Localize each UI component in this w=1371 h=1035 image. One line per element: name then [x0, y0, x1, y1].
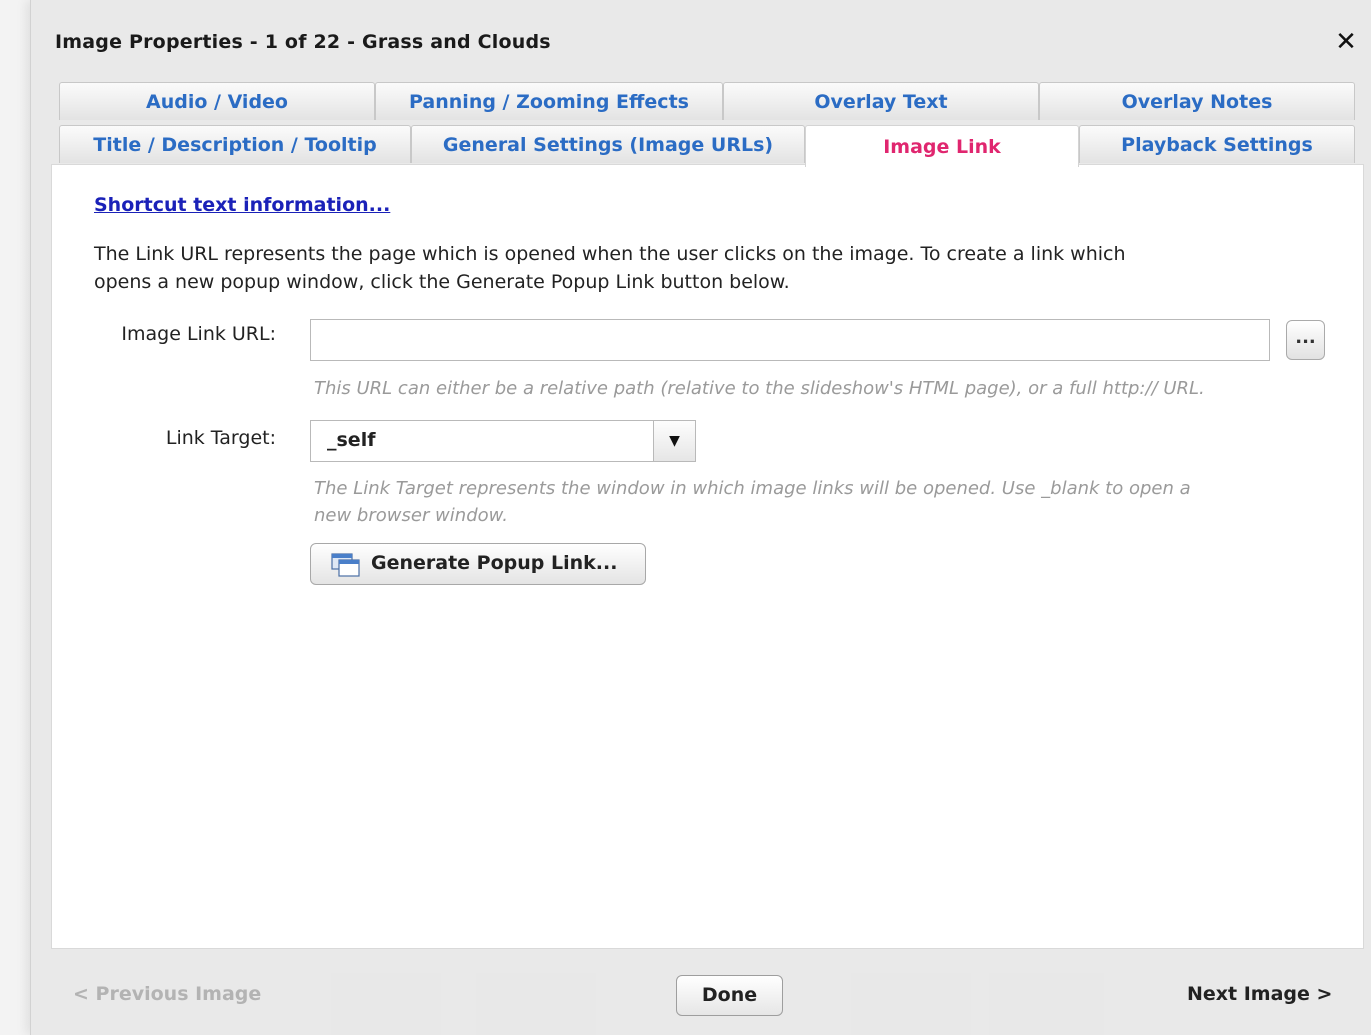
browse-button[interactable]: ... [1286, 320, 1325, 360]
link-target-value: _self [327, 429, 376, 451]
background-thumbnail [989, 973, 1104, 1035]
background-thumbnail [851, 973, 971, 1035]
background-thumbnail [331, 973, 441, 1035]
generate-popup-link-button[interactable]: Generate Popup Link... [310, 543, 646, 585]
previous-image-button[interactable]: < Previous Image [73, 983, 261, 1005]
intro-line: The Link URL represents the page which i… [94, 243, 1126, 265]
popup-window-icon [331, 553, 360, 577]
tab-general-settings[interactable]: General Settings (Image URLs) [411, 125, 805, 163]
tab-title-description[interactable]: Title / Description / Tooltip [59, 125, 411, 163]
tab-overlay-notes[interactable]: Overlay Notes [1039, 82, 1355, 120]
next-image-button[interactable]: Next Image > [1187, 983, 1332, 1005]
dialog-title: Image Properties - 1 of 22 - Grass and C… [55, 31, 551, 53]
tab-audio-video[interactable]: Audio / Video [59, 82, 375, 120]
image-link-panel: Shortcut text information... The Link UR… [51, 164, 1364, 949]
tab-overlay-text[interactable]: Overlay Text [723, 82, 1039, 120]
target-hint-line: new browser window. [314, 505, 508, 526]
generate-popup-link-label: Generate Popup Link... [371, 552, 618, 574]
image-properties-dialog: Image Properties - 1 of 22 - Grass and C… [30, 0, 1371, 1035]
done-button[interactable]: Done [676, 975, 783, 1016]
image-link-url-input[interactable] [310, 319, 1270, 361]
target-hint-line: The Link Target represents the window in… [314, 478, 1191, 499]
image-link-url-label: Image Link URL: [121, 323, 276, 345]
background-thumbnail [476, 973, 596, 1035]
intro-text: The Link URL represents the page which i… [94, 240, 1294, 296]
link-target-select[interactable]: _self ▼ [310, 420, 696, 462]
link-target-label: Link Target: [165, 427, 276, 449]
intro-line: opens a new popup window, click the Gene… [94, 271, 790, 293]
tab-panning-zooming[interactable]: Panning / Zooming Effects [375, 82, 723, 120]
tab-image-link[interactable]: Image Link [805, 125, 1079, 167]
url-hint: This URL can either be a relative path (… [314, 378, 1205, 399]
tab-playback-settings[interactable]: Playback Settings [1079, 125, 1355, 163]
shortcut-text-link[interactable]: Shortcut text information... [94, 194, 390, 216]
chevron-down-icon[interactable]: ▼ [653, 421, 695, 461]
target-hint: The Link Target represents the window in… [314, 475, 1314, 529]
close-icon[interactable]: ✕ [1333, 27, 1359, 57]
